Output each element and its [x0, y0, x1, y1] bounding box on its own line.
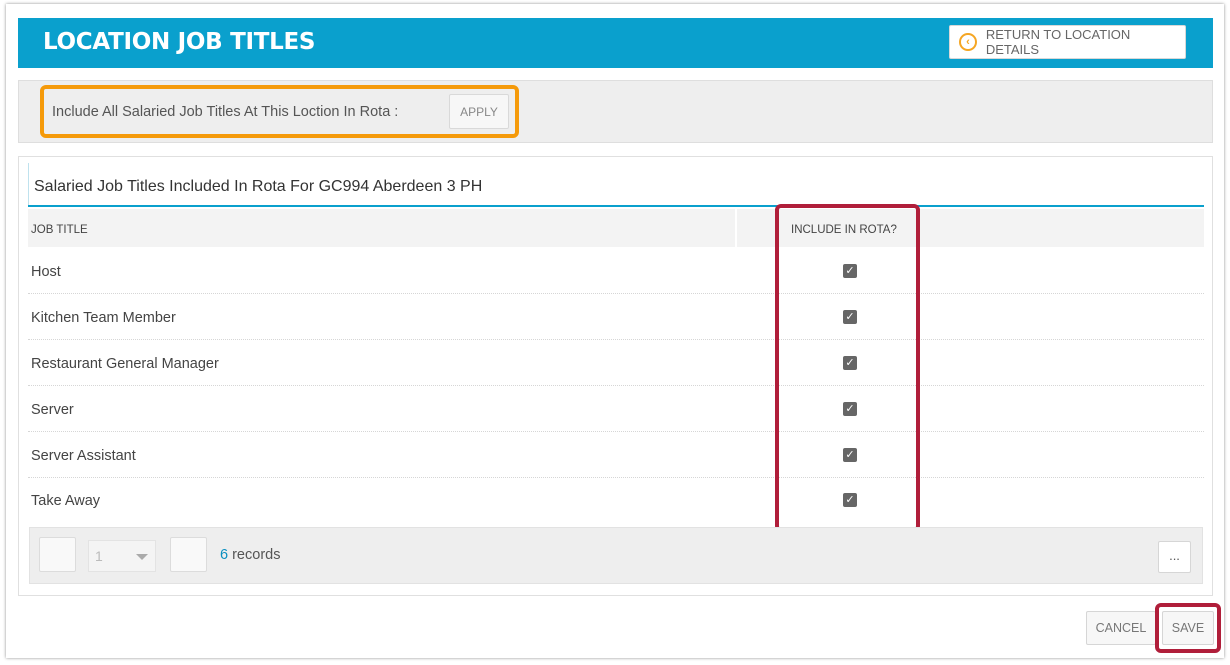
include-all-salaried-label: Include All Salaried Job Titles At This …	[52, 104, 399, 120]
job-title-cell: Take Away	[31, 493, 101, 509]
circle-chevron-left-icon: ‹	[959, 33, 977, 51]
records-count: 6 records	[220, 547, 280, 563]
return-button-label: RETURN TO LOCATION DETAILS	[985, 27, 1131, 57]
pager-next-button[interactable]	[170, 537, 207, 572]
return-to-location-details-button[interactable]: ‹ RETURN TO LOCATION DETAILS	[949, 25, 1186, 59]
apply-bar: Include All Salaried Job Titles At This …	[18, 80, 1213, 143]
table-row: Server Assistant ✓	[28, 432, 1204, 478]
page-select[interactable]: 1	[88, 540, 156, 572]
apply-button[interactable]: APPLY	[449, 94, 509, 129]
table-row: Server ✓	[28, 386, 1204, 432]
records-count-number: 6	[220, 547, 229, 563]
job-title-cell: Server Assistant	[31, 448, 136, 464]
more-options-button[interactable]: ...	[1158, 541, 1191, 573]
job-title-cell: Restaurant General Manager	[31, 356, 219, 372]
job-title-cell: Server	[31, 402, 74, 418]
panel-title-underline	[28, 205, 1204, 207]
column-separator	[735, 209, 737, 247]
job-title-cell: Host	[31, 264, 61, 280]
save-button[interactable]: SAVE	[1162, 611, 1214, 645]
panel-title-divider	[28, 163, 29, 206]
pager-bar: 1 6 records ...	[29, 527, 1203, 584]
table-row: Restaurant General Manager ✓	[28, 340, 1204, 386]
chevron-down-icon	[136, 554, 148, 560]
page-header: LOCATION JOB TITLES ‹ RETURN TO LOCATION…	[18, 18, 1213, 68]
job-titles-panel: Salaried Job Titles Included In Rota For…	[18, 156, 1213, 596]
page-select-value: 1	[95, 548, 103, 564]
table-row: Take Away ✓	[28, 477, 1204, 523]
table-row: Host ✓	[28, 248, 1204, 294]
panel-title: Salaried Job Titles Included In Rota For…	[34, 178, 483, 195]
job-title-cell: Kitchen Team Member	[31, 310, 176, 326]
table-header: JOB TITLE INCLUDE IN ROTA?	[28, 209, 1204, 247]
include-column-highlight-box	[775, 204, 920, 532]
pager-first-button[interactable]	[39, 537, 76, 572]
page-title: LOCATION JOB TITLES	[43, 29, 316, 55]
cancel-button[interactable]: CANCEL	[1086, 611, 1156, 645]
records-count-suffix: records	[228, 547, 281, 563]
table-row: Kitchen Team Member ✓	[28, 294, 1204, 340]
column-header-job-title[interactable]: JOB TITLE	[31, 224, 88, 236]
